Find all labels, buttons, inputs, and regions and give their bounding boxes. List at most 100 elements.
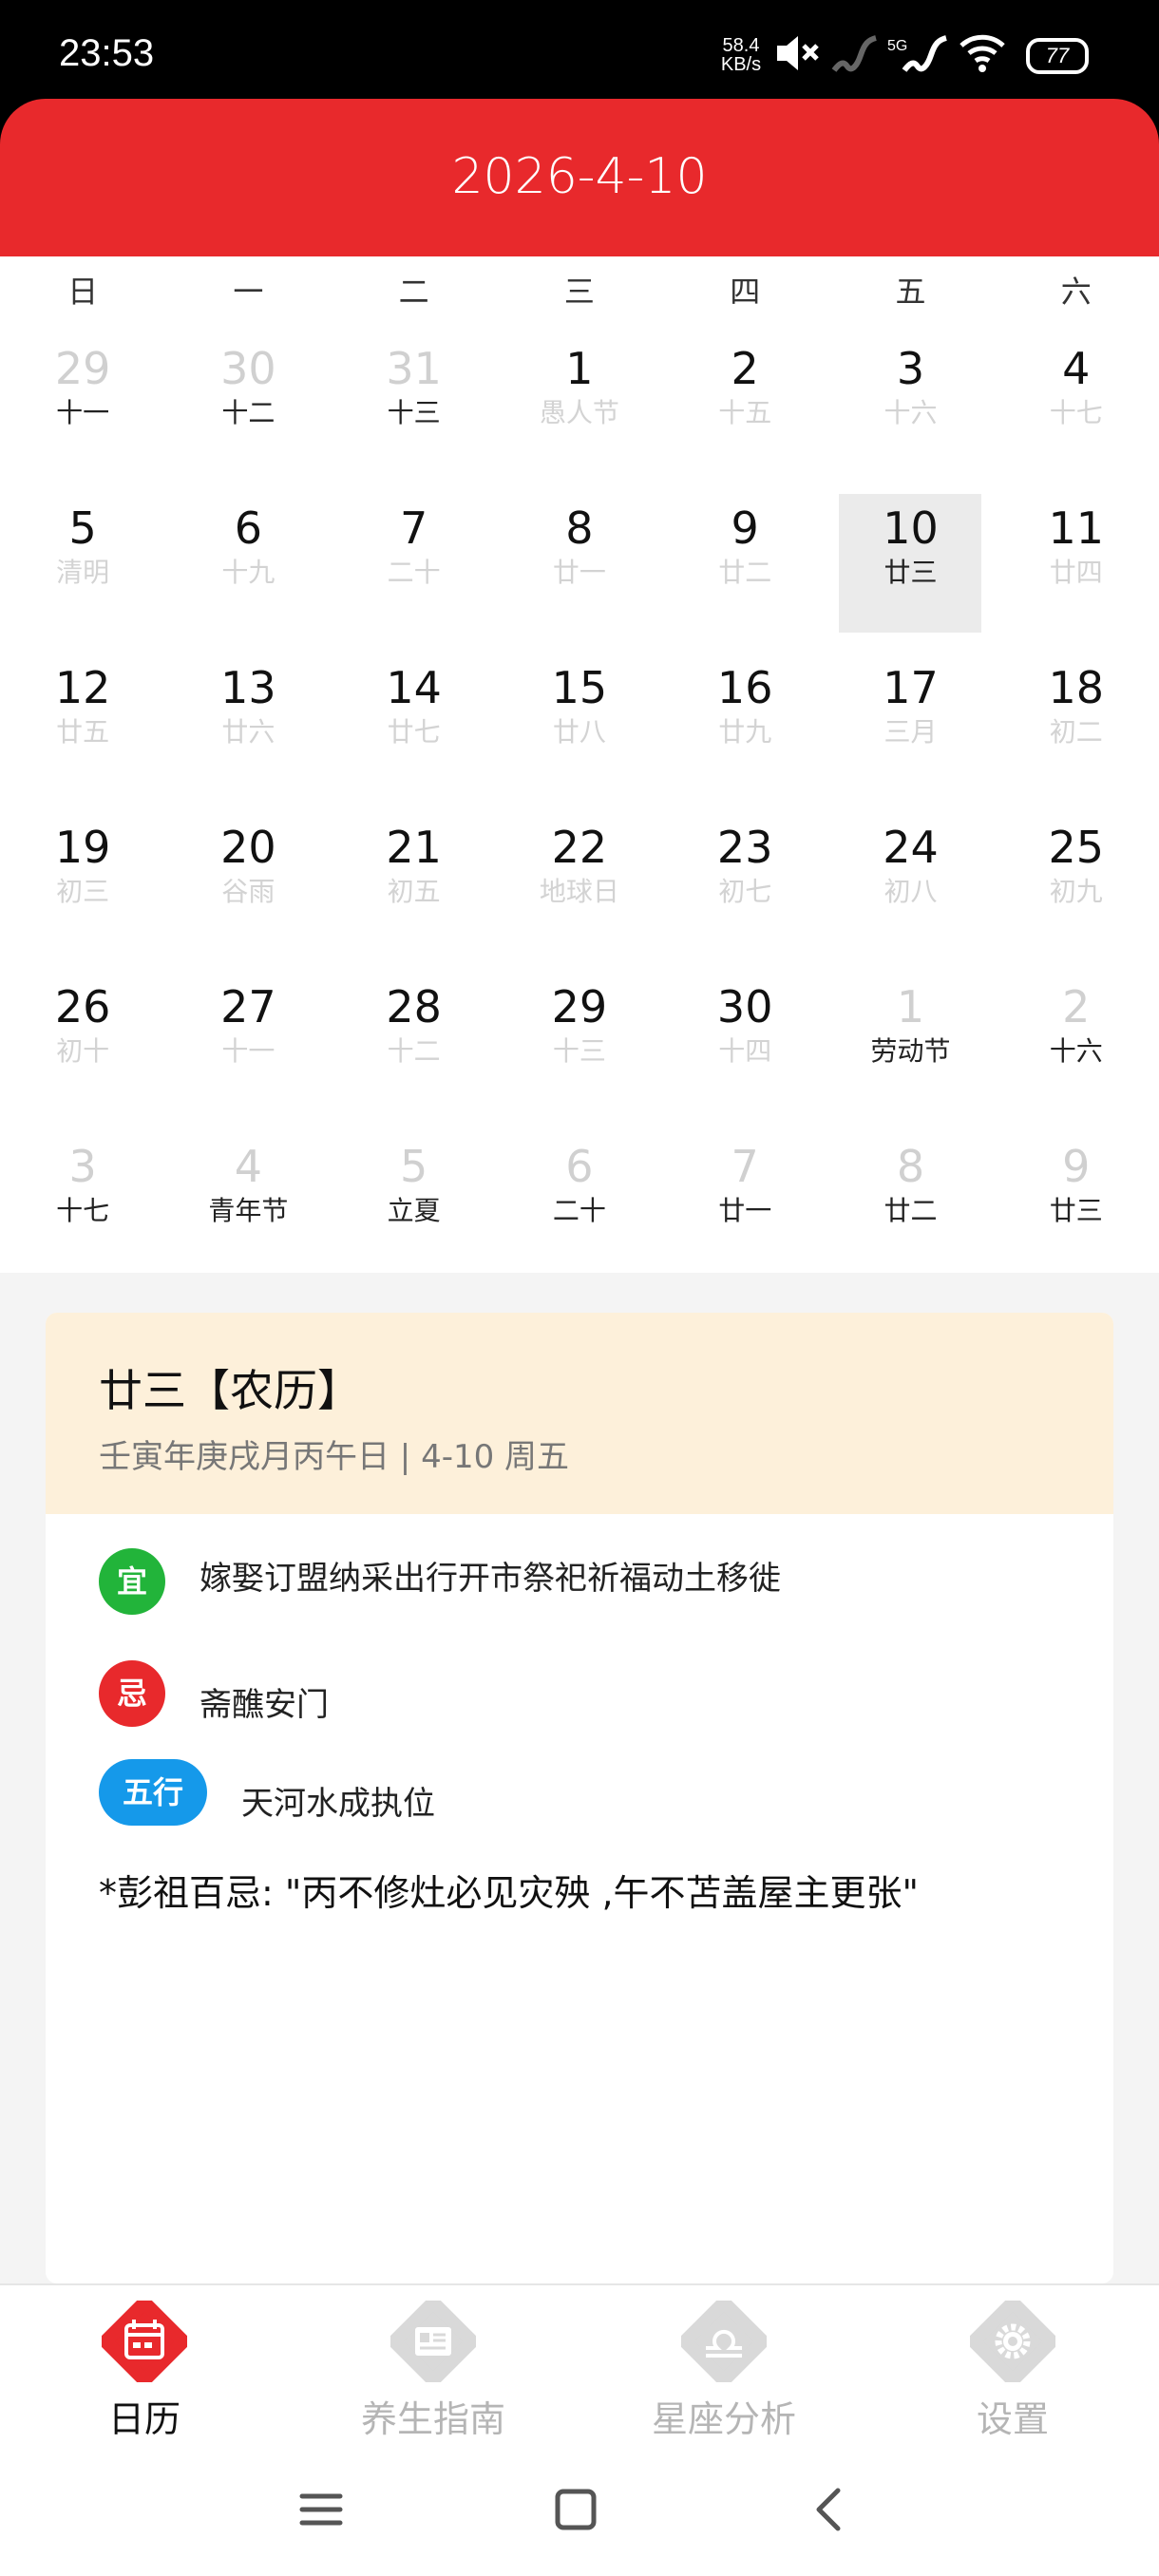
weekday-label: 五 xyxy=(895,274,926,310)
ji-row: 忌 斋醮安门 xyxy=(99,1660,329,1727)
day-number: 28 xyxy=(386,981,442,1032)
day-cell-selected[interactable]: 10 廿三 xyxy=(827,484,993,644)
week-row: 19 初三 20 谷雨 21 初五 22 地球日 23 初七 24 初八 25 初九 xyxy=(0,804,1159,963)
tab-calendar[interactable]: 日历 xyxy=(49,2301,239,2442)
bottom-navigation: 日历 养生指南 星座分析 设置 xyxy=(0,2283,1159,2454)
day-number: 22 xyxy=(551,822,608,873)
lunar-label: 廿五 xyxy=(56,716,110,748)
tab-zodiac[interactable]: 星座分析 xyxy=(629,2301,819,2442)
day-cell[interactable]: 26 初十 xyxy=(0,963,165,1123)
day-cell[interactable]: 16 廿九 xyxy=(662,644,827,804)
settings-icon xyxy=(970,2301,1055,2382)
day-cell[interactable]: 29 十三 xyxy=(497,963,662,1123)
page-title[interactable]: 2026-4-10 xyxy=(0,148,1159,205)
day-cell[interactable]: 1 劳动节 xyxy=(827,963,993,1123)
day-number: 9 xyxy=(1062,1141,1091,1192)
lunar-label: 十三 xyxy=(387,397,441,428)
day-cell[interactable]: 8 廿二 xyxy=(827,1123,993,1282)
day-cell[interactable]: 3 十六 xyxy=(827,325,993,484)
day-cell[interactable]: 31 十三 xyxy=(332,325,497,484)
back-icon[interactable] xyxy=(808,2487,853,2532)
lunar-label: 廿四 xyxy=(1049,557,1103,588)
day-number: 15 xyxy=(551,662,608,713)
lunar-label: 十六 xyxy=(884,397,938,428)
tab-guide[interactable]: 养生指南 xyxy=(338,2301,528,2442)
network-speed: 58.4 KB/s xyxy=(718,36,764,74)
day-cell[interactable]: 13 廿六 xyxy=(165,644,331,804)
day-cell[interactable]: 23 初七 xyxy=(662,804,827,963)
day-cell[interactable]: 2 十五 xyxy=(662,325,827,484)
day-number: 11 xyxy=(1048,502,1104,554)
lunar-date-title: 廿三【农历】 xyxy=(99,1365,361,1416)
day-cell[interactable]: 8 廿一 xyxy=(497,484,662,644)
weekday-label: 四 xyxy=(730,274,761,310)
day-cell[interactable]: 1 愚人节 xyxy=(497,325,662,484)
day-cell[interactable]: 30 十四 xyxy=(662,963,827,1123)
day-cell[interactable]: 9 廿二 xyxy=(662,484,827,644)
lunar-label: 廿二 xyxy=(884,1195,938,1226)
day-cell[interactable]: 19 初三 xyxy=(0,804,165,963)
yi-row: 宜 嫁娶订盟纳采出行开市祭祀祈福动土移徙 xyxy=(99,1548,781,1615)
tab-settings[interactable]: 设置 xyxy=(918,2301,1108,2442)
day-cell[interactable]: 12 廿五 xyxy=(0,644,165,804)
lunar-label: 清明 xyxy=(56,557,110,588)
day-cell[interactable]: 6 二十 xyxy=(497,1123,662,1282)
day-number: 5 xyxy=(68,502,97,554)
lunar-label: 十二 xyxy=(387,1035,441,1067)
day-cell[interactable]: 4 十七 xyxy=(994,325,1159,484)
app-header: 2026-4-10 xyxy=(0,99,1159,256)
day-cell[interactable]: 30 十二 xyxy=(165,325,331,484)
battery-indicator: 77 xyxy=(1026,38,1089,74)
day-cell[interactable]: 7 廿一 xyxy=(662,1123,827,1282)
day-cell[interactable]: 21 初五 xyxy=(332,804,497,963)
lunar-label: 二十 xyxy=(387,557,441,588)
lunar-label: 廿七 xyxy=(387,716,441,748)
day-number: 29 xyxy=(551,981,608,1032)
day-cell[interactable]: 5 立夏 xyxy=(332,1123,497,1282)
day-cell[interactable]: 15 廿八 xyxy=(497,644,662,804)
day-number: 13 xyxy=(220,662,276,713)
day-cell[interactable]: 17 三月 xyxy=(827,644,993,804)
day-cell[interactable]: 27 十一 xyxy=(165,963,331,1123)
wuxing-row: 五行 天河水成执位 xyxy=(99,1759,435,1826)
day-cell[interactable]: 18 初二 xyxy=(994,644,1159,804)
day-cell[interactable]: 22 地球日 xyxy=(497,804,662,963)
tab-zodiac-label: 星座分析 xyxy=(651,2398,796,2440)
day-number: 26 xyxy=(54,981,111,1032)
wuxing-badge: 五行 xyxy=(99,1759,207,1826)
day-cell[interactable]: 28 十二 xyxy=(332,963,497,1123)
day-number: 31 xyxy=(386,343,442,394)
lunar-label: 廿三 xyxy=(884,557,938,588)
lunar-label: 青年节 xyxy=(208,1195,289,1226)
day-cell[interactable]: 5 清明 xyxy=(0,484,165,644)
week-row: 29 十一 30 十二 31 十三 1 愚人节 2 十五 3 十六 4 十七 xyxy=(0,325,1159,484)
home-icon[interactable] xyxy=(553,2487,598,2532)
weekday-label: 日 xyxy=(67,274,99,310)
day-cell[interactable]: 3 十七 xyxy=(0,1123,165,1282)
weekday-label: 一 xyxy=(233,274,264,310)
lunar-label: 初七 xyxy=(718,876,772,907)
day-number: 6 xyxy=(565,1141,594,1192)
day-cell[interactable]: 25 初九 xyxy=(994,804,1159,963)
month-calendar: 日 一 二 三 四 五 六 29 十一 30 十二 31 十三 1 愚人节 2 十五 3 十六 4 十七 5… xyxy=(0,256,1159,1273)
day-cell[interactable]: 7 二十 xyxy=(332,484,497,644)
day-cell[interactable]: 14 廿七 xyxy=(332,644,497,804)
day-cell[interactable]: 2 十六 xyxy=(994,963,1159,1123)
lunar-label: 愚人节 xyxy=(539,397,619,428)
day-cell[interactable]: 4 青年节 xyxy=(165,1123,331,1282)
day-number: 3 xyxy=(896,343,925,394)
day-cell[interactable]: 11 廿四 xyxy=(994,484,1159,644)
lunar-label: 廿八 xyxy=(552,716,606,748)
zodiac-icon xyxy=(681,2301,767,2382)
lunar-label: 十四 xyxy=(718,1035,772,1067)
day-cell[interactable]: 29 十一 xyxy=(0,325,165,484)
menu-icon[interactable] xyxy=(298,2487,344,2532)
day-detail-header: 廿三【农历】 壬寅年庚戌月丙午日 | 4-10 周五 xyxy=(46,1313,1113,1514)
day-number: 10 xyxy=(883,502,939,554)
day-cell[interactable]: 24 初八 xyxy=(827,804,993,963)
status-bar: 23:53 58.4 KB/s 5G 77 xyxy=(0,0,1159,99)
day-cell[interactable]: 9 廿三 xyxy=(994,1123,1159,1282)
day-cell[interactable]: 6 十九 xyxy=(165,484,331,644)
weekday-label: 六 xyxy=(1060,274,1092,310)
day-cell[interactable]: 20 谷雨 xyxy=(165,804,331,963)
